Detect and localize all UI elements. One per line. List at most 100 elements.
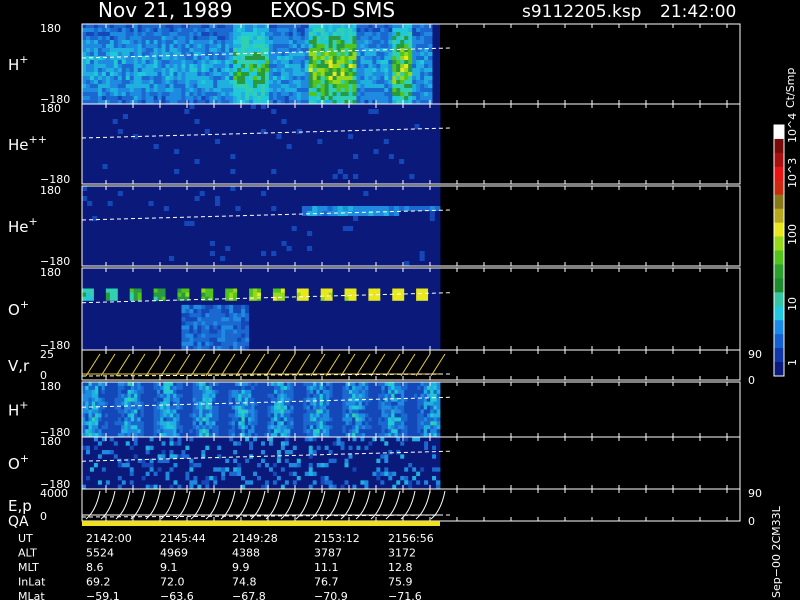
colorbar-swatch: [774, 152, 784, 168]
colorbar-tick-label: 1: [786, 359, 799, 366]
colorbar-swatch: [774, 222, 784, 237]
trace-mark: [235, 353, 251, 377]
header-date: Nov 21, 1989: [98, 0, 232, 22]
colorbar-tick-label: 10^3: [786, 158, 799, 188]
panel-he-plus: He+180−180: [8, 184, 741, 268]
footer-cell: 8.6: [86, 561, 104, 574]
footer-cell: −63.6: [160, 590, 194, 600]
colorbar-swatch: [774, 306, 784, 321]
trace-mark: [115, 353, 131, 377]
footer-cell: 72.0: [160, 576, 185, 589]
colorbar-swatch: [774, 250, 784, 265]
trace-mark: [220, 353, 236, 377]
trace-mark: [130, 353, 146, 377]
trace-mark: [190, 353, 206, 377]
colorbar-swatch: [774, 348, 784, 363]
footer-cell: 12.8: [388, 561, 413, 574]
panel-label: O+: [8, 298, 29, 319]
footer-cell: −70.9: [314, 590, 348, 600]
trace-mark: [145, 353, 161, 377]
footer-cell: 9.1: [160, 561, 178, 574]
footer-cell: 2153:12: [314, 532, 360, 545]
footer-cell: 75.9: [388, 576, 413, 589]
panel-label: E,p: [8, 497, 32, 515]
trace-mark: [295, 353, 311, 377]
trace-mark: [415, 353, 431, 377]
footer-vertical-note: Sep−00 2CM33L: [770, 505, 783, 598]
qa-bar: [82, 521, 440, 526]
colorbar-swatch: [774, 180, 784, 196]
trace-mark: [85, 353, 101, 377]
trace-mark: [280, 353, 296, 377]
trace-mark: [205, 353, 221, 377]
header-file: s9112205.ksp: [522, 2, 641, 22]
panel-y-top: 180: [40, 102, 61, 115]
trace-mark: [250, 353, 266, 377]
panel-y-top: 180: [40, 22, 61, 35]
footer-cell: 4388: [232, 547, 260, 560]
trace-mark: [355, 353, 371, 377]
colorbar-swatch: [774, 138, 784, 154]
trace-mark: [370, 353, 386, 377]
footer-cell: 3172: [388, 547, 416, 560]
panel-label: He+: [8, 215, 38, 236]
footer-row-label: MLat: [18, 590, 45, 600]
trace-mark: [100, 353, 116, 377]
panel-label: H+: [8, 399, 29, 420]
footer-cell: 69.2: [86, 576, 111, 589]
panel-y-top: 4000: [40, 487, 68, 500]
qa-label: QA: [8, 514, 29, 530]
panel-y-top: 180: [40, 435, 61, 448]
footer-cell: 3787: [314, 547, 342, 560]
panel-right-top: 90: [748, 487, 762, 500]
footer-cell: 76.7: [314, 576, 339, 589]
colorbar-swatch: [774, 236, 784, 251]
footer-cell: 2142:00: [86, 532, 132, 545]
footer-cell: −67.8: [232, 590, 266, 600]
trace-mark: [160, 353, 176, 377]
colorbar-swatch: [774, 166, 784, 182]
panel-he-pp: He++180−180: [8, 102, 741, 186]
footer-cell: 2149:28: [232, 532, 278, 545]
trace-mark: [325, 353, 341, 377]
panel-h-plus: H+180−180: [8, 22, 741, 106]
colorbar-tick-label: 10: [786, 297, 799, 311]
trace-mark: [175, 353, 191, 377]
footer-cell: 9.9: [232, 561, 250, 574]
colorbar-swatch: [774, 334, 784, 349]
panel-y-top: 180: [40, 266, 61, 279]
panel-y-bottom: 0: [40, 510, 47, 523]
panel-label: H+: [8, 53, 29, 74]
footer-row-label: UT: [18, 532, 33, 545]
footer-cell: −71.6: [388, 590, 422, 600]
trace-mark: [400, 353, 416, 377]
panel-right-top: 90: [748, 348, 762, 361]
colorbar-swatch: [774, 264, 784, 279]
colorbar-tick-label: 100: [786, 224, 799, 245]
panel-o-plus-2: O+180−180: [8, 435, 741, 491]
panel-o-plus: O+180−180: [8, 266, 741, 352]
panel-y-top: 25: [40, 348, 54, 361]
footer-row-label: MLT: [18, 561, 39, 574]
colorbar: Ct/Smp 1 10 100 10^3 10^4: [773, 68, 799, 377]
spectrogram-chart: Nov 21, 1989 EXOS-D SMS s9112205.ksp 21:…: [8, 0, 799, 600]
trace-mark: [265, 353, 281, 377]
panel-vr: V,r250900: [8, 348, 762, 387]
colorbar-swatch: [774, 208, 784, 223]
footer-cell: 2156:56: [388, 532, 434, 545]
footer-cell: 4969: [160, 547, 188, 560]
panel-label: O+: [8, 452, 29, 473]
footer-cell: 74.8: [232, 576, 257, 589]
colorbar-tick-label: 10^4: [786, 113, 799, 143]
colorbar-swatch: [774, 278, 784, 293]
panel-h-plus-2: H+180−180: [8, 380, 741, 439]
panel-label: He++: [8, 133, 47, 154]
trace-mark: [385, 353, 401, 377]
trace-mark: [310, 353, 326, 377]
footer-row-label: ALT: [18, 547, 37, 560]
panel-right-bottom: 0: [748, 374, 755, 387]
colorbar-swatch: [774, 194, 784, 209]
colorbar-swatch: [774, 362, 784, 377]
header-time: 21:42:00: [660, 2, 736, 22]
panel-y-top: 180: [40, 184, 61, 197]
